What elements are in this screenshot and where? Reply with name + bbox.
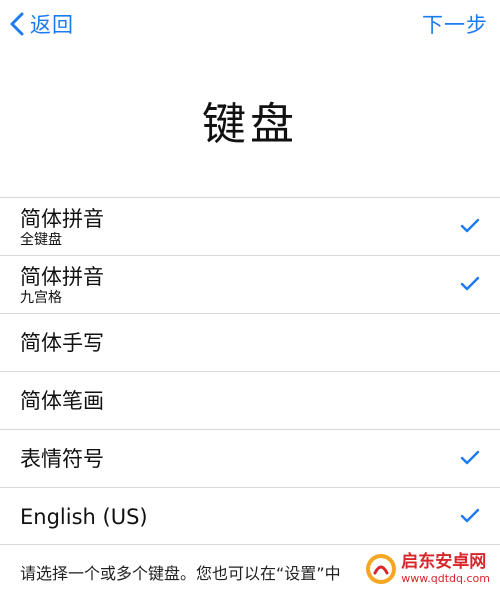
setup-keyboard-screen: 返回 下一步 键盘 简体拼音 全键盘 简体拼音 九宫格 简体手写 简体笔画 表情… [0,0,500,595]
watermark-logo-icon [366,554,397,584]
row-text: 简体笔画 [20,372,104,430]
row-title: English (US) [20,505,148,529]
watermark-url: www.qdtdq.com [401,572,490,585]
watermark-title: 启东安卓网 [401,552,487,572]
keyboard-row-pinyin-full[interactable]: 简体拼音 全键盘 [0,197,500,255]
row-title: 表情符号 [20,447,104,471]
row-title: 简体拼音 [20,206,104,231]
page-title: 键盘 [202,99,298,150]
checkmark-icon [460,508,480,523]
checkmark-icon [460,218,480,233]
navigation-bar: 返回 下一步 [0,0,500,50]
back-button-label: 返回 [30,13,74,37]
row-text: 简体拼音 全键盘 [20,198,104,256]
chevron-left-icon [10,12,24,36]
keyboard-row-emoji[interactable]: 表情符号 [0,429,500,487]
row-title: 简体手写 [20,331,104,355]
row-text: 表情符号 [20,430,104,488]
back-button[interactable]: 返回 [10,6,74,42]
row-text: English (US) [20,488,148,546]
row-text: 简体拼音 九宫格 [20,256,104,314]
row-subtitle: 九宫格 [20,289,62,306]
footer-note: 请选择一个或多个键盘。您也可以在“设置”中 [20,564,341,583]
keyboard-list: 简体拼音 全键盘 简体拼音 九宫格 简体手写 简体笔画 表情符号 English… [0,197,500,545]
checkmark-icon [460,450,480,465]
watermark-text: 启东安卓网 www.qdtdq.com [401,552,490,586]
row-title: 简体拼音 [20,264,104,289]
keyboard-row-pinyin-9key[interactable]: 简体拼音 九宫格 [0,255,500,313]
keyboard-row-stroke[interactable]: 简体笔画 [0,371,500,429]
checkmark-icon [460,276,480,291]
keyboard-row-handwriting[interactable]: 简体手写 [0,313,500,371]
keyboard-row-english-us[interactable]: English (US) [0,487,500,545]
next-button[interactable]: 下一步 [422,6,488,42]
watermark: 启东安卓网 www.qdtdq.com [361,551,494,587]
row-title: 简体笔画 [20,389,104,413]
row-text: 简体手写 [20,314,104,372]
row-subtitle: 全键盘 [20,231,62,248]
